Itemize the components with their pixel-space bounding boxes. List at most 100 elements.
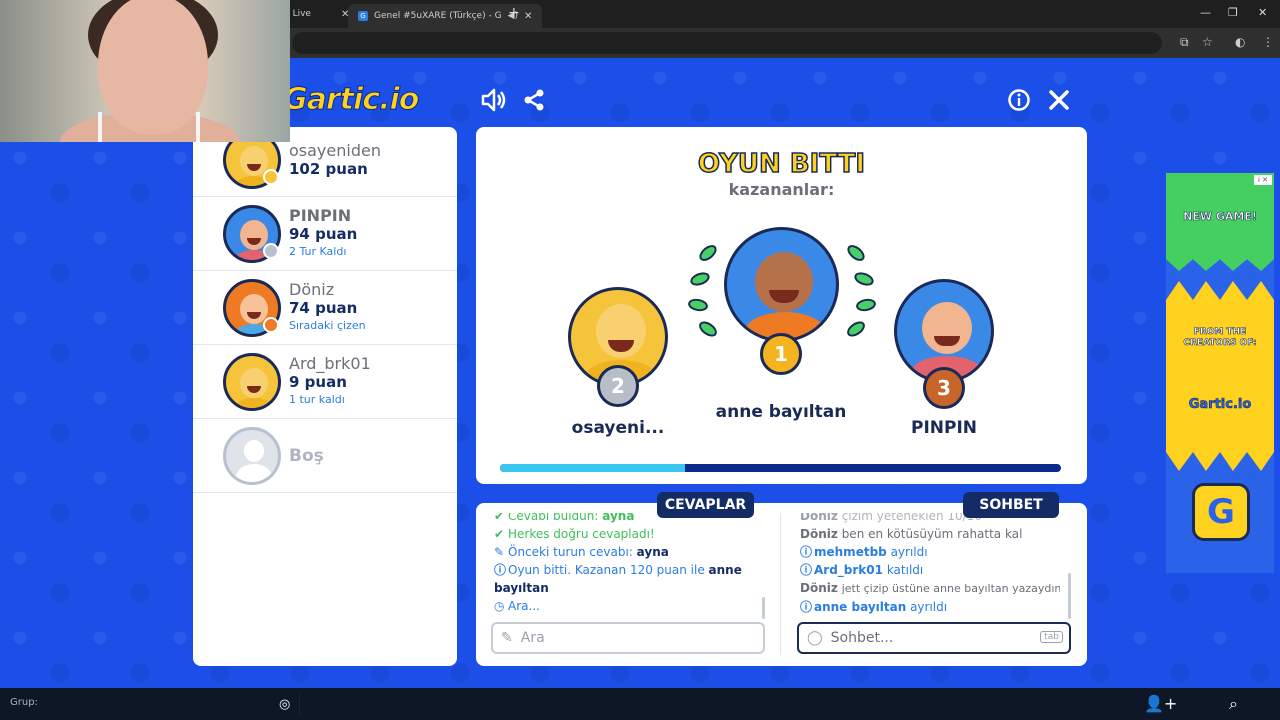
chat-message: ⓘ mehmetbb ayrıldı bbox=[800, 545, 928, 559]
info-icon: ⓘ bbox=[800, 600, 813, 614]
chat-message: ⓘ anne bayıltan ayrıldı bbox=[800, 600, 948, 614]
next-game-progress-bar bbox=[500, 464, 1061, 472]
tab-key-hint: tab bbox=[1040, 631, 1063, 643]
check-icon: ✔ bbox=[494, 513, 505, 523]
chat-input[interactable]: ◯ Sohbet... tab bbox=[797, 622, 1071, 654]
player-name: Ard_brk01 bbox=[289, 353, 371, 373]
empty-slot[interactable]: Boş bbox=[193, 419, 457, 493]
player-row[interactable]: Döniz 74 puan Sıradaki çizen bbox=[193, 271, 457, 345]
profile-icon[interactable]: ◐ bbox=[1235, 35, 1245, 49]
silver-medal-icon: 2 bbox=[597, 365, 639, 407]
info-icon: ⓘ bbox=[800, 563, 813, 577]
add-friend-icon[interactable]: 👤+ bbox=[1144, 694, 1177, 713]
player-status-dot bbox=[263, 243, 279, 259]
answer-input-placeholder: Ara bbox=[520, 630, 545, 646]
player-score: 9 puan bbox=[289, 372, 347, 391]
install-icon[interactable]: ⧉ bbox=[1180, 35, 1189, 50]
progress-fill bbox=[500, 464, 686, 472]
answer-message: ◷ Ara... bbox=[494, 599, 540, 613]
player-status: 1 tur kaldı bbox=[289, 392, 345, 406]
empty-slot-label: Boş bbox=[289, 445, 324, 466]
empty-avatar-icon bbox=[223, 426, 281, 485]
laurel-icon bbox=[844, 318, 868, 340]
answers-log: ✔ Cevabı buldun: ayna ✔ Herkes doğru cevap… bbox=[494, 513, 762, 621]
maximize-icon[interactable]: ❐ bbox=[1228, 6, 1238, 19]
pencil-icon: ✎ bbox=[494, 545, 505, 559]
results-card: OYUN BITTI kazananlar: 2 osayeni... 1 an… bbox=[476, 127, 1087, 484]
speaker-icon[interactable] bbox=[480, 87, 508, 113]
player-status: Sıradaki çizen bbox=[289, 318, 366, 332]
share-icon[interactable] bbox=[522, 88, 546, 112]
new-tab-button[interactable]: + bbox=[508, 5, 520, 21]
chat-message: Döniz ben en kötüsüyüm rahatta kal bbox=[800, 527, 1023, 541]
bottom-bar: Grup: ◎ 👤+ ⌕ bbox=[0, 688, 1280, 720]
close-icon[interactable] bbox=[1047, 88, 1071, 112]
player-row[interactable]: PINPIN 94 puan 2 Tur Kaldı bbox=[193, 197, 457, 271]
player-status: 2 Tur Kaldı bbox=[289, 244, 347, 258]
winner-name-1: anne bayıltan bbox=[715, 402, 847, 422]
player-status-dot bbox=[263, 317, 279, 333]
chat-scrollbar[interactable] bbox=[1068, 573, 1071, 619]
player-row[interactable]: Ard_brk01 9 puan 1 tur kaldı bbox=[193, 345, 457, 419]
winners-subtitle: kazananlar: bbox=[728, 180, 835, 199]
player-status-dot bbox=[263, 169, 279, 185]
window-close-icon[interactable]: ✕ bbox=[1258, 6, 1267, 19]
chat-message: ⓘ Ard_brk01 katıldı bbox=[800, 563, 924, 577]
chat-input-placeholder: Sohbet... bbox=[830, 630, 894, 646]
chat-log: Döniz çizim yeteneklen 10/10 Döniz ben e… bbox=[800, 513, 1060, 621]
group-label: Grup: bbox=[10, 697, 38, 708]
ad-headline: NEW GAME! bbox=[1183, 210, 1257, 223]
game-over-title: OYUN BITTI bbox=[697, 148, 866, 180]
bookmark-star-icon[interactable]: ☆ bbox=[1202, 35, 1213, 49]
info-icon: ⓘ bbox=[494, 563, 507, 577]
winner-name-3: PINPIN bbox=[910, 418, 978, 438]
clock-icon: ◷ bbox=[494, 599, 505, 613]
browser-tab-1[interactable]: h Live ✕ bbox=[284, 4, 349, 24]
info-icon[interactable] bbox=[1007, 88, 1031, 112]
chat-bubble-icon: ◯ bbox=[807, 630, 823, 646]
answers-chat-panel: ✔ Cevabı buldun: ayna ✔ Herkes doğru cevap… bbox=[476, 503, 1087, 666]
laurel-icon bbox=[688, 269, 712, 289]
group-field[interactable] bbox=[0, 694, 300, 716]
target-icon[interactable]: ◎ bbox=[279, 697, 290, 712]
chat-message: Döniz jett çizip üstüne anne bayıltan ya… bbox=[800, 581, 1060, 595]
player-avatar bbox=[223, 352, 281, 411]
laurel-icon bbox=[696, 318, 720, 340]
chat-tab[interactable]: SOHBET bbox=[963, 492, 1059, 518]
player-score: 102 puan bbox=[289, 159, 368, 178]
answer-message: ✔ Herkes doğru cevapladı! bbox=[494, 527, 655, 541]
ad-brand: Gartic.io bbox=[1188, 397, 1252, 412]
tab-title: Genel #5uXARE (Türkçe) - G bbox=[374, 11, 502, 21]
url-field[interactable] bbox=[292, 32, 1162, 54]
laurel-icon bbox=[855, 297, 877, 313]
check-icon: ✔ bbox=[494, 527, 505, 541]
search-icon[interactable]: ⌕ bbox=[1229, 694, 1238, 714]
ad-choices-icon[interactable]: i ✕ bbox=[1254, 175, 1272, 185]
webcam-overlay bbox=[0, 0, 290, 142]
panel-divider bbox=[780, 513, 781, 655]
gold-medal-icon: 1 bbox=[760, 333, 802, 375]
gartic-app-icon: G bbox=[1192, 483, 1250, 541]
ad-banner[interactable]: NEW GAME! FROM THE CREATORS OF: Gartic.i… bbox=[1166, 173, 1274, 573]
laurel-icon bbox=[687, 297, 709, 313]
laurel-icon bbox=[696, 241, 720, 265]
player-name: PINPIN bbox=[289, 205, 352, 225]
answer-input[interactable]: ✎ Ara bbox=[491, 622, 765, 654]
answer-message: ⓘ Oyun bitti. Kazanan 120 puan ile anne b… bbox=[494, 563, 742, 595]
gartic-favicon-icon: G bbox=[358, 11, 368, 21]
answer-message: ✎ Önceki turun cevabı: ayna bbox=[494, 545, 669, 559]
winner-name-2: osayeni... bbox=[571, 418, 665, 438]
pencil-icon: ✎ bbox=[501, 630, 513, 646]
gartic-logo[interactable]: Gartic.io bbox=[282, 82, 419, 118]
bronze-medal-icon: 3 bbox=[923, 367, 965, 409]
minimize-icon[interactable]: — bbox=[1200, 6, 1211, 19]
laurel-icon bbox=[844, 241, 868, 265]
winner-avatar-1 bbox=[724, 227, 839, 342]
menu-icon[interactable]: ⋮ bbox=[1262, 35, 1274, 49]
info-icon: ⓘ bbox=[800, 545, 813, 559]
answers-tab[interactable]: CEVAPLAR bbox=[657, 492, 754, 518]
ad-subline: FROM THE CREATORS OF: bbox=[1183, 327, 1257, 349]
player-name: Döniz bbox=[289, 279, 335, 299]
answers-scrollbar[interactable] bbox=[762, 597, 765, 619]
close-tab-icon[interactable]: ✕ bbox=[524, 11, 532, 22]
